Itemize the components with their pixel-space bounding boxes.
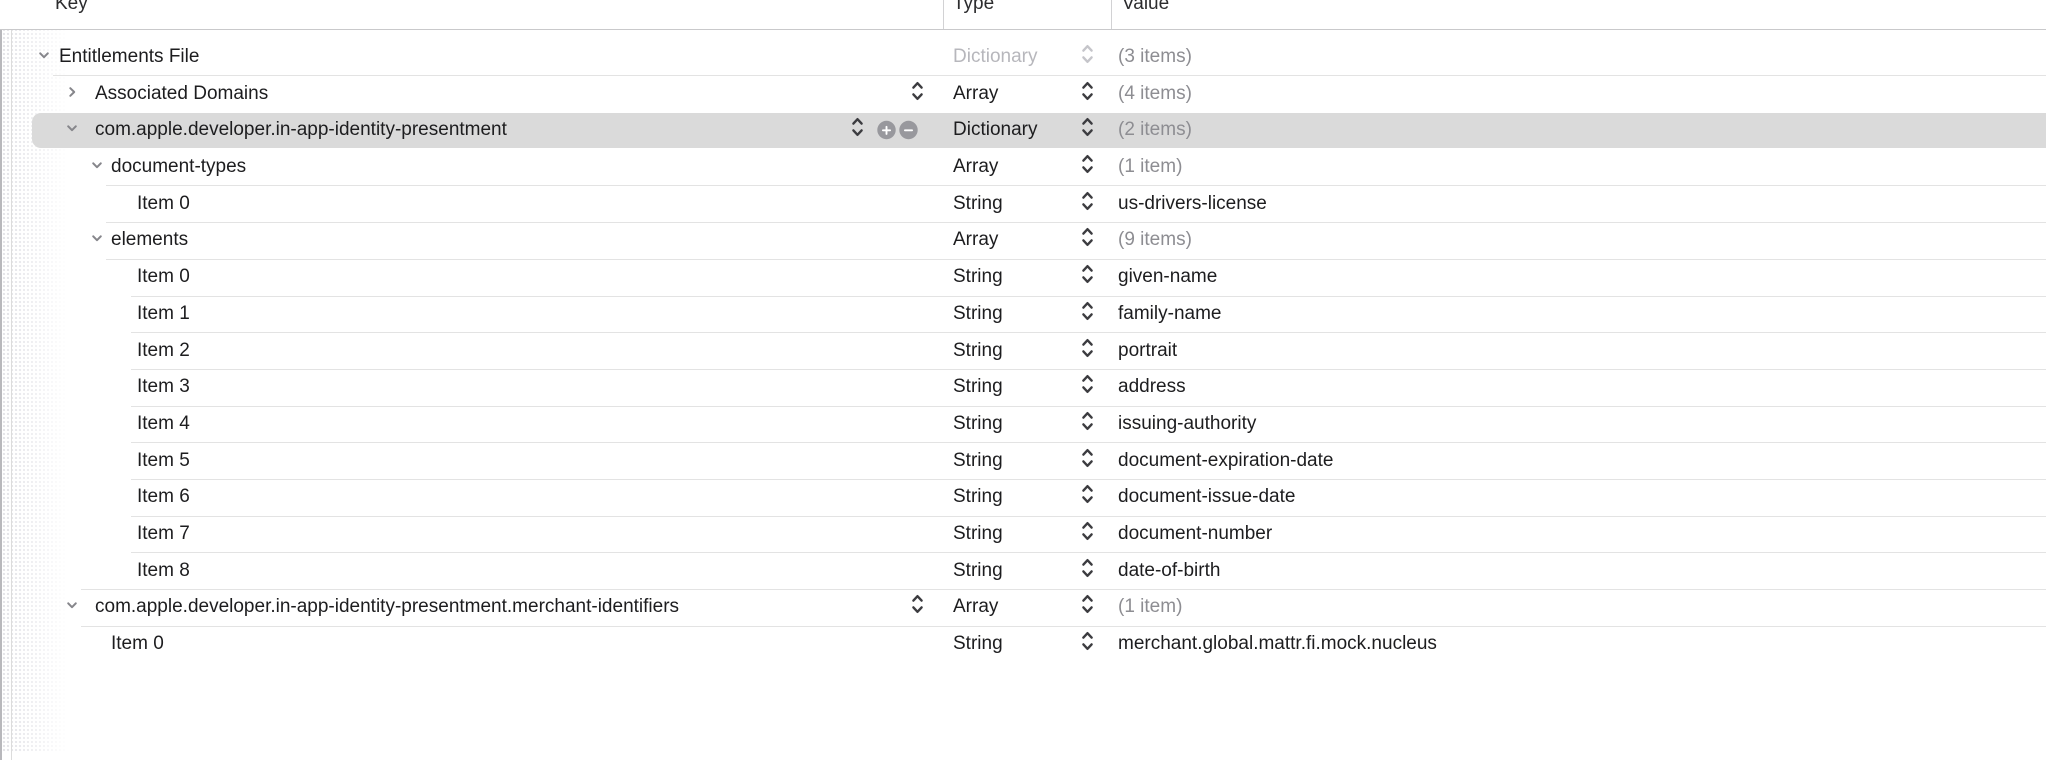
type-cell[interactable]: String bbox=[953, 193, 1003, 215]
value-cell[interactable]: (1 item) bbox=[1118, 156, 1182, 178]
plist-row[interactable]: com.apple.developer.in-app-identity-pres… bbox=[0, 589, 2046, 626]
type-cell[interactable]: Array bbox=[953, 229, 998, 251]
type-cell[interactable]: Array bbox=[953, 156, 998, 178]
value-cell[interactable]: date-of-birth bbox=[1118, 560, 1220, 582]
key-cell[interactable]: Item 8 bbox=[137, 560, 190, 582]
type-stepper-icon[interactable] bbox=[1080, 41, 1095, 73]
key-cell[interactable]: com.apple.developer.in-app-identity-pres… bbox=[95, 119, 507, 141]
plist-row[interactable]: Item 0 String us-drivers-license bbox=[0, 185, 2046, 222]
add-row-button[interactable] bbox=[877, 121, 896, 140]
value-cell[interactable]: (2 items) bbox=[1118, 119, 1192, 141]
value-cell[interactable]: portrait bbox=[1118, 340, 1177, 362]
disclosure-down-icon[interactable] bbox=[37, 46, 51, 68]
key-cell[interactable]: Associated Domains bbox=[95, 83, 268, 105]
key-stepper-icon[interactable] bbox=[910, 78, 925, 110]
disclosure-down-icon[interactable] bbox=[65, 119, 79, 141]
key-cell[interactable]: Entitlements File bbox=[59, 46, 199, 68]
type-cell[interactable]: String bbox=[953, 523, 1003, 545]
plist-row[interactable]: Item 1 String family-name bbox=[0, 296, 2046, 333]
type-cell[interactable]: String bbox=[953, 266, 1003, 288]
value-cell[interactable]: issuing-authority bbox=[1118, 413, 1256, 435]
plist-row[interactable]: document-types Array (1 item) bbox=[0, 149, 2046, 186]
type-stepper-icon[interactable] bbox=[1080, 114, 1095, 146]
plist-row[interactable]: Entitlements File Dictionary (3 items) bbox=[0, 39, 2046, 76]
outline-rows: Entitlements File Dictionary (3 items) Asso… bbox=[0, 0, 2046, 760]
value-cell[interactable]: (1 item) bbox=[1118, 596, 1182, 618]
plist-row[interactable]: com.apple.developer.in-app-identity-pres… bbox=[0, 112, 2046, 149]
plist-row[interactable]: Associated Domains Array (4 items) bbox=[0, 75, 2046, 112]
plist-row[interactable]: Item 8 String date-of-birth bbox=[0, 552, 2046, 589]
plist-row[interactable]: elements Array (9 items) bbox=[0, 222, 2046, 259]
remove-row-button[interactable] bbox=[899, 121, 918, 140]
key-cell[interactable]: elements bbox=[111, 229, 188, 251]
disclosure-down-icon[interactable] bbox=[90, 229, 104, 251]
key-cell[interactable]: Item 2 bbox=[137, 340, 190, 362]
type-stepper-icon[interactable] bbox=[1080, 261, 1095, 293]
type-stepper-icon[interactable] bbox=[1080, 371, 1095, 403]
plist-row[interactable]: Item 4 String issuing-authority bbox=[0, 406, 2046, 443]
value-cell[interactable]: (4 items) bbox=[1118, 83, 1192, 105]
key-cell[interactable]: Item 3 bbox=[137, 376, 190, 398]
type-cell[interactable]: String bbox=[953, 376, 1003, 398]
key-stepper-icon[interactable] bbox=[850, 114, 865, 146]
type-stepper-icon[interactable] bbox=[1080, 628, 1095, 660]
value-cell[interactable]: address bbox=[1118, 376, 1186, 398]
disclosure-right-icon[interactable] bbox=[65, 83, 79, 105]
key-cell[interactable]: Item 0 bbox=[111, 633, 164, 655]
plist-row[interactable]: Item 0 String merchant.global.mattr.fi.moc… bbox=[0, 626, 2046, 663]
key-cell[interactable]: Item 6 bbox=[137, 486, 190, 508]
type-cell[interactable]: String bbox=[953, 486, 1003, 508]
key-cell[interactable]: Item 5 bbox=[137, 450, 190, 472]
plist-editor: Key Type Value Entitlements FileDictiona… bbox=[0, 0, 2046, 760]
plist-row[interactable]: Item 0 String given-name bbox=[0, 259, 2046, 296]
type-stepper-icon[interactable] bbox=[1080, 188, 1095, 220]
type-stepper-icon[interactable] bbox=[1080, 481, 1095, 513]
type-stepper-icon[interactable] bbox=[1080, 151, 1095, 183]
value-cell[interactable]: document-issue-date bbox=[1118, 486, 1295, 508]
key-cell[interactable]: document-types bbox=[111, 156, 246, 178]
plist-row[interactable]: Item 6 String document-issue-date bbox=[0, 479, 2046, 516]
type-cell[interactable]: String bbox=[953, 303, 1003, 325]
disclosure-down-icon[interactable] bbox=[65, 596, 79, 618]
type-cell[interactable]: String bbox=[953, 633, 1003, 655]
type-stepper-icon[interactable] bbox=[1080, 78, 1095, 110]
type-stepper-icon[interactable] bbox=[1080, 224, 1095, 256]
type-stepper-icon[interactable] bbox=[1080, 335, 1095, 367]
disclosure-down-icon[interactable] bbox=[90, 156, 104, 178]
type-cell[interactable]: String bbox=[953, 340, 1003, 362]
type-stepper-icon[interactable] bbox=[1080, 591, 1095, 623]
type-stepper-icon[interactable] bbox=[1080, 518, 1095, 550]
type-cell[interactable]: Dictionary bbox=[953, 46, 1037, 68]
value-cell[interactable]: (9 items) bbox=[1118, 229, 1192, 251]
plist-row[interactable]: Item 3 String address bbox=[0, 369, 2046, 406]
plist-row[interactable]: Item 7 String document-number bbox=[0, 516, 2046, 553]
value-cell[interactable]: family-name bbox=[1118, 303, 1221, 325]
key-cell[interactable]: Item 4 bbox=[137, 413, 190, 435]
value-cell[interactable]: us-drivers-license bbox=[1118, 193, 1267, 215]
value-cell[interactable]: given-name bbox=[1118, 266, 1217, 288]
type-cell[interactable]: Array bbox=[953, 596, 998, 618]
key-stepper-icon[interactable] bbox=[910, 591, 925, 623]
type-stepper-icon[interactable] bbox=[1080, 408, 1095, 440]
value-cell[interactable]: document-expiration-date bbox=[1118, 450, 1333, 472]
key-cell[interactable]: Item 0 bbox=[137, 193, 190, 215]
plist-row[interactable]: Item 2 String portrait bbox=[0, 332, 2046, 369]
type-stepper-icon[interactable] bbox=[1080, 445, 1095, 477]
key-cell[interactable]: Item 1 bbox=[137, 303, 190, 325]
type-stepper-icon[interactable] bbox=[1080, 298, 1095, 330]
type-cell[interactable]: String bbox=[953, 560, 1003, 582]
type-cell[interactable]: String bbox=[953, 413, 1003, 435]
type-cell[interactable]: String bbox=[953, 450, 1003, 472]
key-cell[interactable]: com.apple.developer.in-app-identity-pres… bbox=[95, 596, 679, 618]
key-cell[interactable]: Item 0 bbox=[137, 266, 190, 288]
value-cell[interactable]: document-number bbox=[1118, 523, 1272, 545]
value-cell[interactable]: (3 items) bbox=[1118, 46, 1192, 68]
type-stepper-icon[interactable] bbox=[1080, 555, 1095, 587]
type-cell[interactable]: Array bbox=[953, 83, 998, 105]
value-cell[interactable]: merchant.global.mattr.fi.mock.nucleus bbox=[1118, 633, 1437, 655]
plist-row[interactable]: Item 5 String document-expiration-date bbox=[0, 442, 2046, 479]
key-cell[interactable]: Item 7 bbox=[137, 523, 190, 545]
type-cell[interactable]: Dictionary bbox=[953, 119, 1037, 141]
